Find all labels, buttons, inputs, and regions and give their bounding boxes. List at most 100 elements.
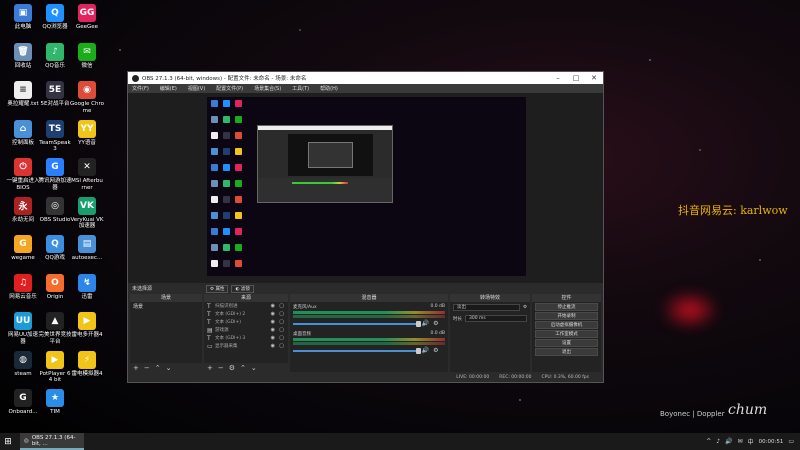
desktop-icon[interactable]: 5E 5E对战平台 [38,81,72,108]
add-scene-icon[interactable]: + [133,364,139,372]
tray-icon[interactable]: 中 [748,437,754,446]
desktop-icon[interactable]: ♫ 网易云音乐 [6,273,40,301]
control-button[interactable]: 启动虚拟摄像机 [535,321,598,329]
lock-icon[interactable]: ▢ [279,303,284,309]
desktop-icon[interactable]: O Origin [38,273,72,301]
lock-icon[interactable]: ▢ [279,343,284,349]
desktop-icon[interactable]: 🗑 回收站 [6,42,40,70]
visibility-icon[interactable]: ◉ [271,335,275,341]
channel-settings-icon[interactable]: ⚙ [433,347,438,354]
windows-start-icon[interactable]: ⊞ [0,433,16,450]
source-item[interactable]: ▭ 显示器采集 ◉ ▢ [204,342,288,350]
desktop-icon[interactable]: ⏻ 一键重启进入BIOS [6,158,40,191]
visibility-icon[interactable]: ◉ [271,311,275,317]
desktop-icon[interactable]: ▣ 此电脑 [6,4,40,31]
close-icon[interactable]: ✕ [585,72,603,84]
desktop-icon[interactable]: G 腾讯网游加速器 [38,158,72,191]
lock-icon[interactable]: ▢ [279,335,284,341]
scene-item[interactable]: 场景 [130,302,202,311]
control-button[interactable]: 设置 [535,339,598,347]
lock-icon[interactable]: ▢ [279,327,284,333]
desktop-icon[interactable]: ↯ 迅雷 [70,273,104,301]
visibility-icon[interactable]: ◉ [271,303,275,309]
menu-item[interactable]: 场景集合(S) [254,85,281,92]
obs-window[interactable]: OBS 27.1.3 (64-bit, windows) - 配置文件: 未命名… [127,71,604,383]
filters-button[interactable]: ◐ 滤镜 [231,284,254,293]
source-settings-icon[interactable]: ⚙ [229,364,235,372]
desktop-icon[interactable]: Gwegame [6,235,40,262]
desktop-icon[interactable]: ▶ 雷电多开器4 [70,312,104,339]
lock-icon[interactable]: ▢ [279,319,284,325]
visibility-icon[interactable]: ◉ [271,327,275,333]
maximize-icon[interactable]: □ [567,72,585,84]
transition-settings-icon[interactable]: ⚙ [523,305,527,310]
move-up-icon[interactable]: ⌃ [240,364,246,372]
duration-input[interactable]: 300 ms [465,315,527,322]
desktop-icon[interactable]: ★ TIM [38,389,72,416]
desktop-icon[interactable]: TS TeamSpeak 3 [38,119,72,153]
source-item[interactable]: T 文本 (GDI+) 2 ◉ ▢ [204,310,288,318]
properties-button[interactable]: ⚙ 属性 [206,284,229,293]
desktop-icon-label: MSI Afterburner [71,178,103,191]
volume-slider[interactable] [293,321,421,327]
menu-item[interactable]: 视图(V) [188,85,205,92]
desktop-icon[interactable]: ◉ Google Chrome [70,81,104,114]
menu-item[interactable]: 帮助(H) [320,85,338,92]
tray-icon[interactable]: ^ [706,438,711,445]
speaker-icon[interactable]: 🔊 [422,347,429,354]
desktop-icon[interactable]: ≡ 奥拉耀耀.txt [6,81,40,108]
menu-item[interactable]: 配置文件(P) [216,85,243,92]
desktop-icon[interactable]: UU 网易UU加速器 [6,312,40,345]
desktop-icon[interactable]: GG GeeGee [70,4,104,31]
visibility-icon[interactable]: ◉ [271,343,275,349]
move-down-icon[interactable]: ⌄ [251,364,257,372]
menu-item[interactable]: 工具(T) [292,85,309,92]
menu-item[interactable]: 文件(F) [132,85,149,92]
channel-settings-icon[interactable]: ⚙ [433,320,438,327]
desktop-icon[interactable]: ⚡ 雷电模拟器4 [70,350,104,378]
preview-canvas[interactable] [207,97,526,276]
tray-icon[interactable]: ♪ [716,438,720,445]
tray-icon[interactable]: ✉ [738,438,743,445]
desktop-icon[interactable]: ▤ autoexec... [70,235,104,262]
volume-slider[interactable] [293,348,421,354]
desktop-icon[interactable]: ✉ 微信 [70,42,104,70]
desktop-icon[interactable]: ▲ 完美世界竞技平台 [38,312,72,345]
tray-icon[interactable]: 🔊 [725,438,732,445]
notification-icon[interactable]: ▭ [788,438,794,445]
source-item[interactable]: T 文本 (GDI+) ◉ ▢ [204,318,288,326]
control-button[interactable]: 停止推流 [535,303,598,311]
control-button[interactable]: 退出 [535,348,598,356]
desktop-icon[interactable]: ✕ MSI Afterburner [70,158,104,191]
minimize-icon[interactable]: – [549,72,567,84]
source-item[interactable]: T 文本 (GDI+) 3 ◉ ▢ [204,334,288,342]
desktop-icon[interactable]: Q QQ游戏 [38,235,72,262]
desktop-icon[interactable]: Q QQ浏览器 [38,4,72,31]
remove-scene-icon[interactable]: − [144,364,150,372]
speaker-icon[interactable]: 🔊 [422,320,429,327]
remove-source-icon[interactable]: − [218,364,224,372]
menu-item[interactable]: 编辑(E) [160,85,177,92]
control-button[interactable]: 工作室模式 [535,330,598,338]
source-item[interactable]: T 扫描识别进 ◉ ▢ [204,302,288,310]
desktop-icon[interactable]: G Onboard... [6,389,40,416]
desktop-icon[interactable]: ⌂ 控制面板 [6,119,40,147]
desktop-icon[interactable]: ◍ steam [6,350,40,378]
move-down-icon[interactable]: ⌄ [166,364,172,372]
desktop-icon[interactable]: YY YY语音 [70,119,104,147]
desktop-icon[interactable]: 永永劫无间 [6,196,40,224]
obs-titlebar[interactable]: OBS 27.1.3 (64-bit, windows) - 配置文件: 未命名… [128,72,603,84]
lock-icon[interactable]: ▢ [279,311,284,317]
desktop-icon[interactable]: ◎ OBS Studio [38,196,72,224]
desktop-icon[interactable]: VK VeryKuai VK加速器 [70,196,104,230]
control-button[interactable]: 开始录制 [535,312,598,320]
move-up-icon[interactable]: ⌃ [155,364,161,372]
transition-select[interactable]: 淡出 [453,304,520,311]
scenes-header: 场景 [130,294,202,302]
desktop-icon[interactable]: ▶ PotPlayer 64 bit [38,350,72,384]
desktop-icon[interactable]: ♪ QQ音乐 [38,42,72,70]
visibility-icon[interactable]: ◉ [271,319,275,325]
add-source-icon[interactable]: + [207,364,213,372]
source-item[interactable]: ▤ 游戏源 ◉ ▢ [204,326,288,334]
taskbar-obs-button[interactable]: ◎ OBS 27.1.3 (64-bit, ... [20,433,84,450]
